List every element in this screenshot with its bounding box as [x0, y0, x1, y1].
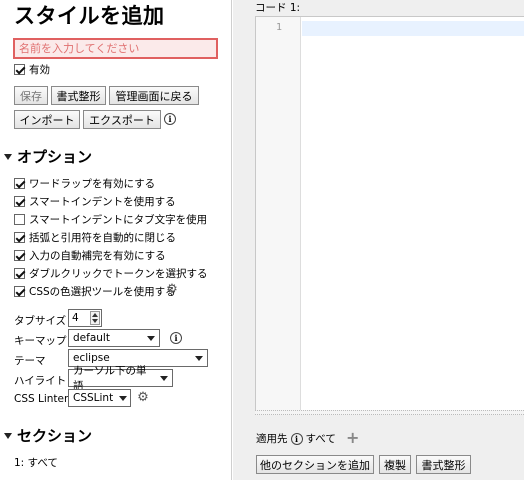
tab-size-label: タブサイズ — [14, 315, 67, 327]
color-picker-label: CSSの色選択ツールを使用する — [29, 286, 176, 298]
applies-to: 適用先 i すべて — [256, 431, 336, 446]
add-section-button[interactable]: 他のセクションを追加 — [256, 455, 374, 474]
highlight-select[interactable]: カーソル下の単語 — [68, 365, 173, 392]
enabled-toggle[interactable]: 有効 — [14, 62, 50, 77]
page-title: スタイルを追加 — [14, 4, 165, 28]
stepper-arrows-icon[interactable] — [90, 311, 100, 325]
duplicate-button[interactable]: 複製 — [379, 455, 411, 474]
theme-label: テーマ — [14, 355, 46, 367]
tab-size-stepper[interactable]: 4 — [68, 309, 102, 327]
plus-icon[interactable]: + — [346, 428, 359, 447]
triangle-down-icon — [4, 153, 12, 160]
linter-label: CSS Linter — [14, 393, 69, 405]
chevron-down-icon — [119, 395, 128, 401]
section-format-button[interactable]: 書式整形 — [416, 455, 471, 474]
highlight-label: ハイライト — [14, 375, 67, 387]
linter-gear-icon[interactable]: ⚙ — [137, 391, 149, 404]
linter-select[interactable]: CSSLint — [68, 389, 131, 407]
triangle-down-icon — [4, 432, 12, 439]
applies-label: 適用先 — [256, 433, 288, 445]
keymap-value: default — [73, 332, 110, 344]
chevron-down-icon — [147, 335, 155, 341]
enabled-checkbox[interactable] — [14, 64, 25, 75]
style-name-input[interactable] — [13, 38, 218, 59]
options-heading[interactable]: オプション — [4, 146, 92, 167]
applies-info-icon[interactable]: i — [290, 432, 303, 445]
option-color-picker[interactable]: CSSの色選択ツールを使用する — [14, 284, 176, 299]
select-by-token-checkbox[interactable] — [14, 268, 25, 279]
sections-heading-label: セクション — [17, 427, 93, 445]
sidebar: スタイルを追加 有効 保存 書式整形 管理画面に戻る インポート エクスポート … — [0, 0, 232, 480]
line-number: 1 — [275, 22, 282, 33]
keymap-select[interactable]: default — [68, 329, 160, 347]
enabled-label: 有効 — [29, 64, 50, 76]
import-button[interactable]: インポート — [14, 110, 80, 129]
color-picker-checkbox[interactable] — [14, 286, 25, 297]
option-smart-indent[interactable]: スマートインデントを使用する — [14, 194, 176, 209]
auto-close-brackets-label: 括弧と引用符を自動的に閉じる — [29, 232, 176, 244]
code-section-label: コード 1: — [255, 2, 301, 14]
active-line[interactable] — [302, 21, 524, 36]
format-button[interactable]: 書式整形 — [51, 86, 106, 105]
word-wrap-label: ワードラップを有効にする — [29, 178, 156, 190]
smart-indent-label: スマートインデントを使用する — [29, 196, 176, 208]
tab-size-value: 4 — [72, 312, 79, 324]
option-select-by-token[interactable]: ダブルクリックでトークンを選択する — [14, 266, 208, 281]
chevron-down-icon — [160, 375, 168, 381]
autocomplete-checkbox[interactable] — [14, 250, 25, 261]
export-button[interactable]: エクスポート — [83, 110, 161, 129]
word-wrap-checkbox[interactable] — [14, 178, 25, 189]
auto-close-brackets-checkbox[interactable] — [14, 232, 25, 243]
keymap-info-icon[interactable]: i — [170, 332, 182, 344]
code-editor[interactable]: 1 — [255, 16, 524, 415]
option-indent-with-tabs[interactable]: スマートインデントにタブ文字を使用 — [14, 212, 207, 227]
applies-value: すべて — [305, 433, 336, 445]
back-to-manage-button[interactable]: 管理画面に戻る — [109, 86, 199, 105]
select-by-token-label: ダブルクリックでトークンを選択する — [29, 268, 208, 280]
section-link-1[interactable]: 1: すべて — [14, 455, 58, 470]
autocomplete-label: 入力の自動補完を有効にする — [29, 250, 166, 262]
linter-value: CSSLint — [73, 392, 114, 404]
chevron-down-icon — [195, 355, 203, 361]
option-auto-close-brackets[interactable]: 括弧と引用符を自動的に閉じる — [14, 230, 176, 245]
sections-heading[interactable]: セクション — [4, 425, 92, 446]
editor-gutter: 1 — [256, 17, 301, 414]
options-heading-label: オプション — [17, 148, 93, 166]
indent-with-tabs-label: スマートインデントにタブ文字を使用 — [29, 214, 208, 226]
save-button[interactable]: 保存 — [14, 86, 48, 105]
option-word-wrap[interactable]: ワードラップを有効にする — [14, 176, 155, 191]
gear-icon[interactable]: ⚙ — [166, 283, 178, 296]
indent-with-tabs-checkbox[interactable] — [14, 214, 25, 225]
editor-resize-handle[interactable] — [255, 410, 524, 415]
smart-indent-checkbox[interactable] — [14, 196, 25, 207]
keymap-label: キーマップ — [14, 335, 67, 347]
info-icon[interactable]: i — [164, 113, 176, 125]
option-autocomplete[interactable]: 入力の自動補完を有効にする — [14, 248, 166, 263]
